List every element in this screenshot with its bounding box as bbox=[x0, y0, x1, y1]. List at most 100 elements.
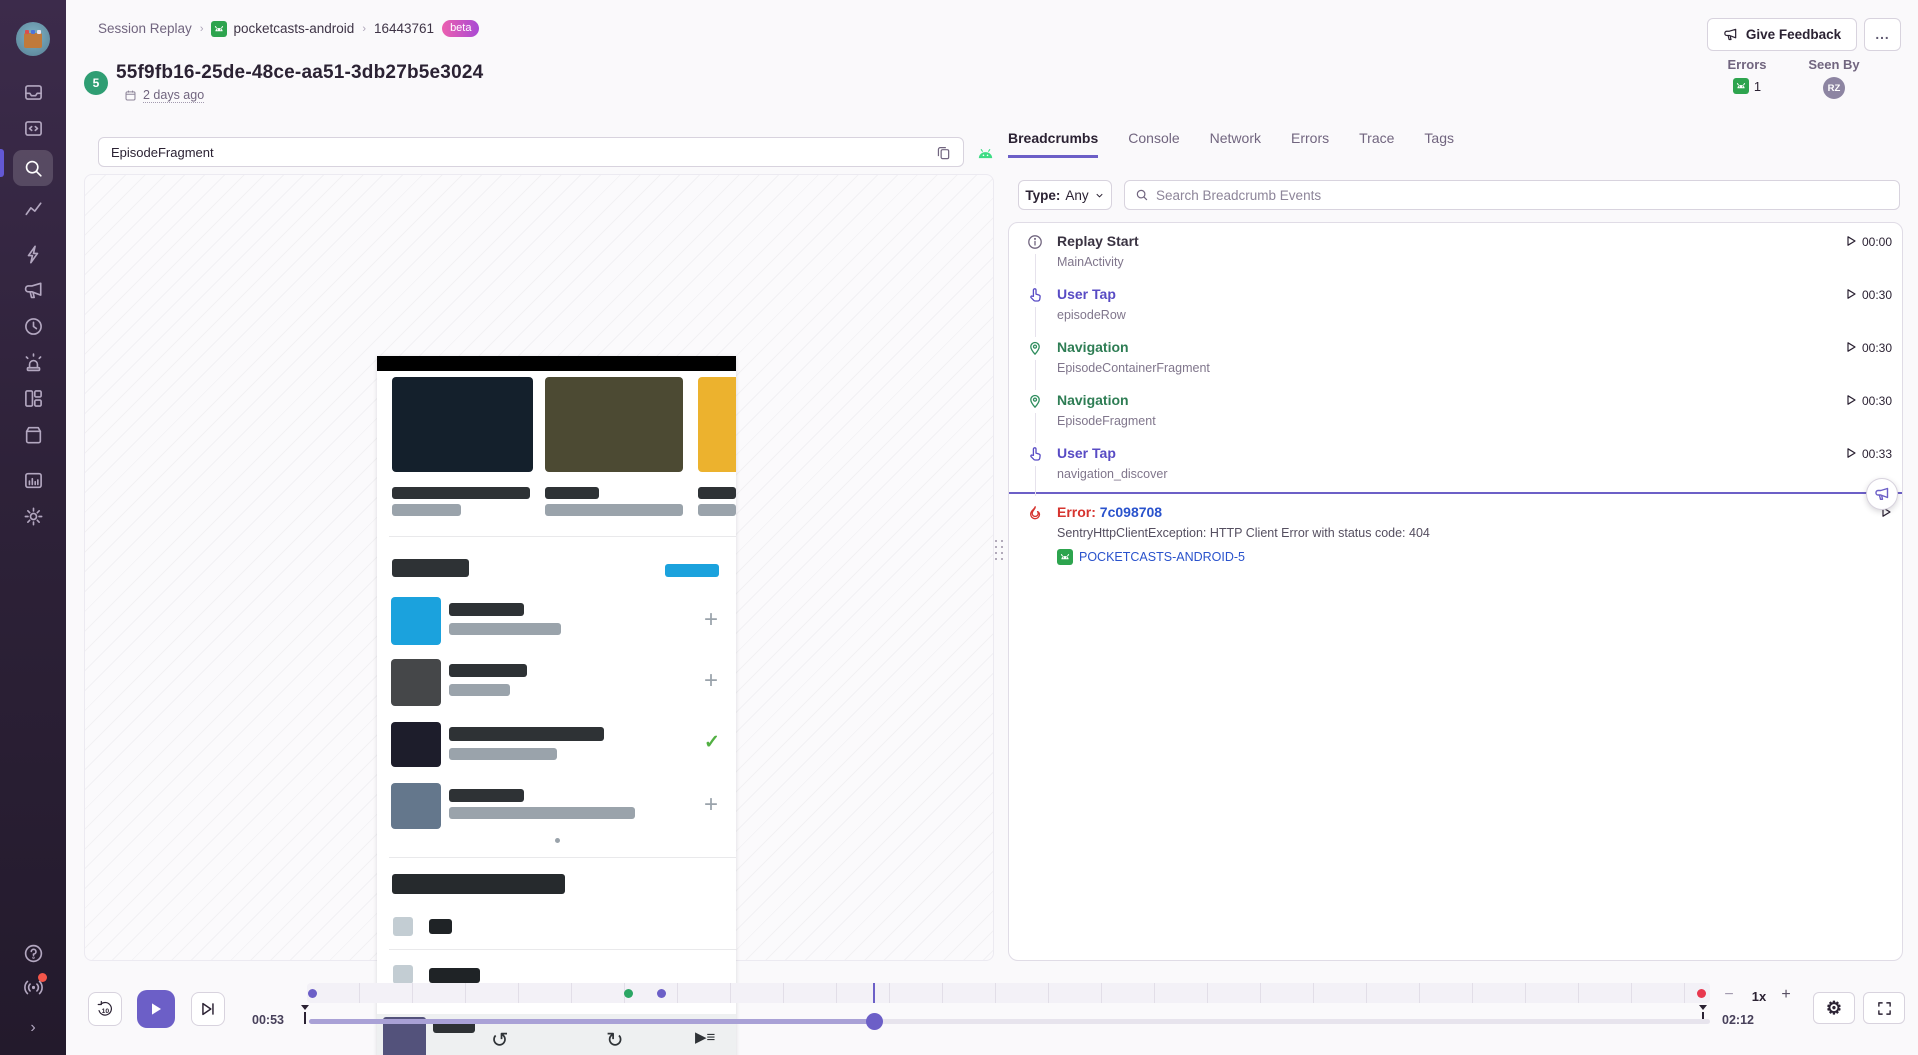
breadcrumb-item-navigation[interactable]: Navigation EpisodeContainerFragment 00:3… bbox=[1009, 331, 1902, 384]
more-options-button[interactable]: ... bbox=[1864, 18, 1901, 51]
current-screen-input[interactable] bbox=[111, 145, 933, 160]
wireframe-checkbox bbox=[393, 965, 413, 984]
whats-new-icon[interactable] bbox=[13, 971, 53, 1003]
give-feedback-button[interactable]: Give Feedback bbox=[1707, 18, 1857, 51]
issues-icon[interactable] bbox=[13, 76, 53, 108]
tab-console[interactable]: Console bbox=[1128, 130, 1179, 158]
plus-icon: + bbox=[704, 793, 718, 817]
breadcrumb-timestamp-button[interactable]: 00:30 bbox=[1845, 338, 1892, 384]
breadcrumb-project[interactable]: pocketcasts-android bbox=[211, 21, 354, 37]
collapse-sidebar-icon[interactable]: › bbox=[30, 1019, 35, 1037]
chevron-down-icon bbox=[1094, 190, 1105, 201]
help-icon[interactable] bbox=[13, 937, 53, 969]
main-content: Session Replay › pocketcasts-android › 1… bbox=[66, 0, 1918, 1055]
play-button[interactable] bbox=[137, 990, 175, 1028]
replays-history-icon[interactable] bbox=[13, 310, 53, 342]
replay-timestamp[interactable]: 2 days ago bbox=[143, 88, 204, 103]
seek-bar[interactable] bbox=[309, 1019, 1710, 1024]
dashboards-icon[interactable] bbox=[13, 382, 53, 414]
tab-network[interactable]: Network bbox=[1210, 130, 1261, 158]
breadcrumb-item-user-tap[interactable]: User Tap episodeRow 00:30 bbox=[1009, 278, 1902, 331]
breadcrumb-project-name: pocketcasts-android bbox=[233, 21, 354, 36]
breadcrumb-timestamp-button[interactable]: 00:00 bbox=[1845, 232, 1892, 278]
wireframe-section-title bbox=[392, 559, 469, 577]
breadcrumb-title: Navigation bbox=[1057, 391, 1845, 410]
breadcrumb-separator: › bbox=[362, 23, 366, 35]
breadcrumb-title: Navigation bbox=[1057, 338, 1845, 357]
timeline-events-strip[interactable] bbox=[307, 983, 1710, 1003]
rewind-10-button[interactable]: 10 bbox=[88, 992, 122, 1026]
breadcrumb-timestamp-button[interactable] bbox=[1880, 503, 1892, 565]
wireframe-pill-button bbox=[665, 564, 719, 577]
tap-icon bbox=[1027, 285, 1057, 331]
explore-icon[interactable] bbox=[13, 112, 53, 144]
copy-icon[interactable] bbox=[933, 142, 953, 162]
speed-increase-button[interactable]: + bbox=[1778, 986, 1794, 1004]
alerts-icon[interactable] bbox=[13, 346, 53, 378]
settings-icon[interactable] bbox=[13, 500, 53, 532]
tab-trace[interactable]: Trace bbox=[1359, 130, 1394, 158]
timeline-event-dot-purple[interactable] bbox=[657, 989, 666, 998]
play-icon bbox=[1845, 288, 1857, 300]
breadcrumb-time: 00:30 bbox=[1862, 394, 1892, 408]
breadcrumb-description: EpisodeFragment bbox=[1057, 413, 1845, 430]
timeline-event-dot-green[interactable] bbox=[624, 989, 633, 998]
current-time: 00:53 bbox=[226, 1013, 284, 1027]
breadcrumb-item-error[interactable]: Error: 7c098708 SentryHttpClientExceptio… bbox=[1009, 494, 1902, 565]
insights-icon[interactable] bbox=[13, 464, 53, 496]
breadcrumb-list: Replay Start MainActivity 00:00 User Tap… bbox=[1008, 222, 1903, 961]
type-filter-dropdown[interactable]: Type: Any bbox=[1018, 180, 1112, 210]
breadcrumb-title: Replay Start bbox=[1057, 232, 1845, 251]
breadcrumb-title: User Tap bbox=[1057, 444, 1845, 463]
releases-icon[interactable] bbox=[13, 418, 53, 450]
skip-to-end-button[interactable] bbox=[191, 992, 225, 1026]
feedback-icon[interactable] bbox=[13, 274, 53, 306]
seek-bar-handle[interactable] bbox=[866, 1013, 883, 1030]
play-icon bbox=[1845, 341, 1857, 353]
breadcrumb-section[interactable]: Session Replay bbox=[98, 21, 192, 36]
android-project-icon bbox=[1057, 549, 1073, 565]
performance-icon[interactable] bbox=[13, 238, 53, 270]
tab-breadcrumbs[interactable]: Breadcrumbs bbox=[1008, 130, 1098, 158]
breadcrumb-item-user-tap[interactable]: User Tap navigation_discover 00:33 bbox=[1009, 437, 1902, 490]
type-filter-label: Type: bbox=[1025, 188, 1060, 203]
errors-count-row[interactable]: 1 bbox=[1714, 78, 1780, 94]
fullscreen-button[interactable] bbox=[1863, 992, 1905, 1024]
timeline-event-dot-purple[interactable] bbox=[308, 989, 317, 998]
errors-count: 1 bbox=[1754, 79, 1761, 94]
error-code-link[interactable]: 7c098708 bbox=[1100, 504, 1162, 520]
error-project-link[interactable]: POCKETCASTS-ANDROID-5 bbox=[1057, 549, 1880, 565]
fire-icon bbox=[1027, 503, 1057, 565]
breadcrumb-description: MainActivity bbox=[1057, 254, 1845, 271]
floating-feedback-button[interactable] bbox=[1866, 478, 1898, 510]
stats-icon[interactable] bbox=[13, 192, 53, 224]
player-settings-button[interactable]: ⚙ bbox=[1813, 992, 1855, 1024]
plus-icon: + bbox=[704, 669, 718, 693]
breadcrumb-timestamp-button[interactable]: 00:30 bbox=[1845, 391, 1892, 437]
wireframe-block bbox=[392, 504, 461, 516]
breadcrumb-item-replay-start[interactable]: Replay Start MainActivity 00:00 bbox=[1009, 225, 1902, 278]
play-icon bbox=[148, 1001, 164, 1017]
wireframe-divider bbox=[389, 536, 736, 537]
timeline-event-dot-red[interactable] bbox=[1697, 989, 1706, 998]
seen-by-avatar[interactable]: RZ bbox=[1823, 77, 1845, 99]
wireframe-block bbox=[449, 684, 510, 696]
breadcrumb-separator: › bbox=[200, 23, 204, 35]
speed-decrease-button[interactable]: − bbox=[1721, 986, 1737, 1004]
breadcrumb-timestamp-button[interactable]: 00:30 bbox=[1845, 285, 1892, 331]
seen-by-stat: Seen By RZ bbox=[1798, 57, 1870, 99]
breadcrumb-time: 00:00 bbox=[1862, 235, 1892, 249]
wireframe-block bbox=[449, 664, 527, 677]
breadcrumb-search-input[interactable] bbox=[1156, 188, 1889, 203]
search-icon[interactable] bbox=[13, 150, 53, 186]
wireframe-divider bbox=[389, 949, 736, 950]
replay-viewer[interactable]: + + ✓ + bbox=[84, 174, 994, 961]
seen-by-label: Seen By bbox=[1798, 57, 1870, 72]
tab-errors[interactable]: Errors bbox=[1291, 130, 1329, 158]
tab-tags[interactable]: Tags bbox=[1424, 130, 1454, 158]
type-filter-value: Any bbox=[1065, 188, 1088, 203]
panel-resize-handle[interactable] bbox=[994, 534, 1004, 566]
breadcrumb-item-navigation[interactable]: Navigation EpisodeFragment 00:30 bbox=[1009, 384, 1902, 437]
org-avatar[interactable] bbox=[16, 22, 50, 56]
breadcrumb-replay-id[interactable]: 16443761 bbox=[374, 21, 434, 36]
